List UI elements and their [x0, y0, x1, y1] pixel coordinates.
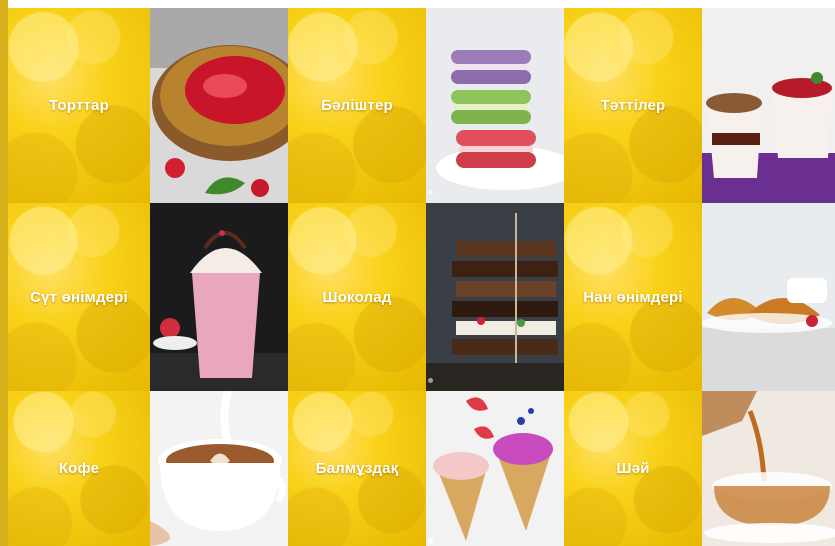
carousel-dot[interactable]: [428, 378, 433, 383]
carousel-dots: [426, 378, 433, 383]
category-label: Бәліштер: [321, 97, 393, 114]
category-tile-tea[interactable]: Шәй: [564, 391, 702, 546]
category-grid: Торттар Бәліштер Тәттілер Сүт өнімдері Ш…: [8, 8, 835, 546]
category-tile-cakes[interactable]: Торттар: [8, 8, 150, 203]
left-edge-strip: [0, 0, 8, 546]
category-tile-dairy[interactable]: Сүт өнімдері: [8, 203, 150, 391]
macarons-photo[interactable]: [426, 8, 564, 203]
category-label: Тәттілер: [600, 97, 666, 114]
category-tile-coffee[interactable]: Кофе: [8, 391, 150, 546]
tea-pour-photo[interactable]: [702, 391, 835, 546]
ice-cream-cones-photo[interactable]: [426, 391, 564, 546]
carousel-dot[interactable]: [428, 190, 433, 195]
category-tile-sweets[interactable]: Тәттілер: [564, 8, 702, 203]
category-label: Шәй: [616, 460, 650, 477]
carousel-dots: [426, 539, 433, 544]
carousel-dots: [426, 190, 433, 195]
carousel-dot[interactable]: [428, 539, 433, 544]
category-label: Сүт өнімдері: [30, 288, 128, 306]
category-tile-ice-cream[interactable]: Балмұздақ: [288, 391, 426, 546]
category-label: Нан өнімдері: [583, 288, 683, 306]
category-tile-chocolate[interactable]: Шоколад: [288, 203, 426, 391]
coffee-cup-photo[interactable]: [150, 391, 288, 546]
category-label: Балмұздақ: [315, 460, 399, 477]
category-label: Торттар: [49, 97, 109, 114]
croissants-photo[interactable]: [702, 203, 835, 391]
milkshake-photo[interactable]: [150, 203, 288, 391]
chocolate-stack-photo[interactable]: [426, 203, 564, 391]
cake-photo[interactable]: [150, 8, 288, 203]
category-tile-bakery[interactable]: Нан өнімдері: [564, 203, 702, 391]
dessert-cup-photo[interactable]: [702, 8, 835, 203]
category-label: Кофе: [58, 460, 100, 477]
category-label: Шоколад: [322, 288, 392, 306]
category-tile-pies[interactable]: Бәліштер: [288, 8, 426, 203]
